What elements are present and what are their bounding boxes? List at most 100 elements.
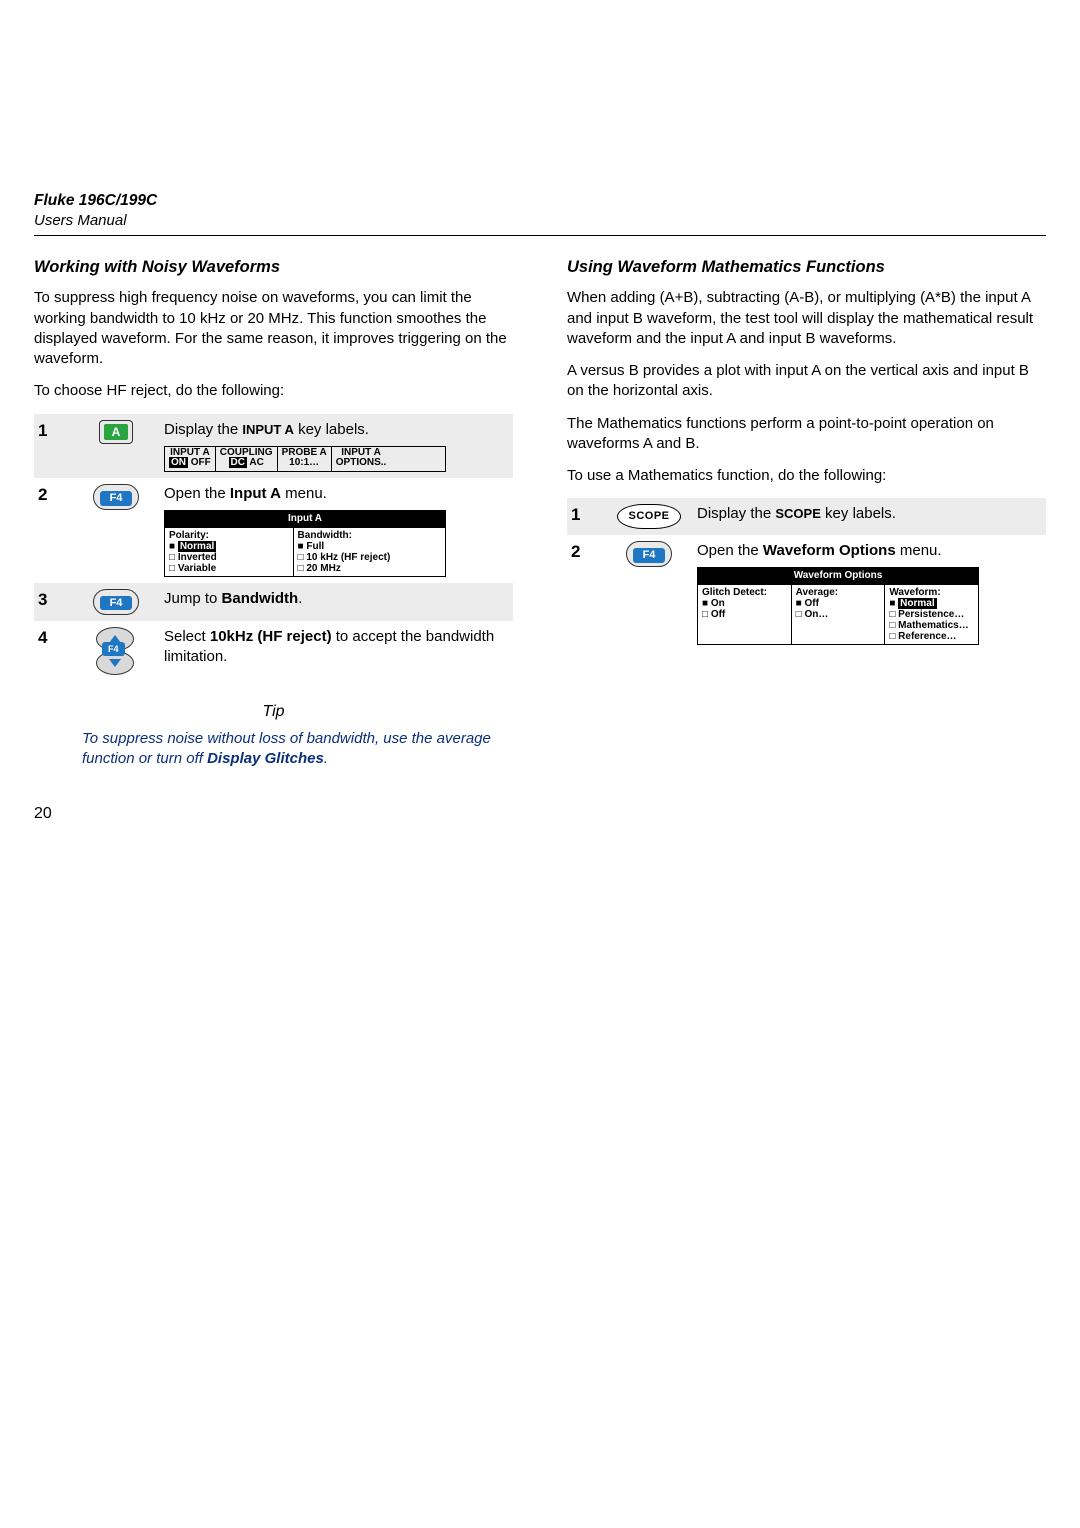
lcd-text: On [702,598,725,609]
lcd-panel-body: Glitch Detect: On Off Average: Off On… [698,585,978,644]
lcd-text: 20 MHz [298,563,341,574]
step-text-bold: Waveform Options [763,542,896,559]
header-model: Fluke 196C/199C [34,192,1046,210]
key-label: F4 [102,642,125,656]
table-row: 1 SCOPE Display the scope key labels. [567,498,1046,535]
lcd-text: Reference… [889,631,956,642]
lcd-col: Glitch Detect: On Off [698,585,792,644]
lcd-col: Polarity: ■ Normal Inverted Variable [165,528,294,576]
key-label: F4 [100,491,133,506]
step-text: key labels. [294,421,369,438]
left-steps-table: 1 A Display the input a key labels. INPU… [34,414,513,688]
lcd-waveform-options-panel: Waveform Options Glitch Detect: On Off A… [697,567,979,645]
lcd-panel-title: Waveform Options [698,568,978,585]
step-key-icon: SCOPE [605,498,693,535]
table-row: 2 F4 Open the Waveform Options menu. Wav… [567,535,1046,651]
lcd-input-a-panel: Input A Polarity: ■ Normal Inverted Vari… [164,510,446,577]
lcd-text: INPUT A [341,447,381,458]
step-text-sc: scope [775,506,821,521]
right-paragraph-1: When adding (A+B), subtracting (A-B), or… [567,288,1046,349]
softkey-cell: INPUT AON OFF [165,447,216,471]
lcd-col: Bandwidth: Full 10 kHz (HF reject) 20 MH… [294,528,445,576]
page-header: Fluke 196C/199C Users Manual [34,192,1046,229]
step-text-sc: input a [242,422,294,437]
right-paragraph-2: A versus B provides a plot with input A … [567,361,1046,402]
tip-label: Tip [34,701,513,723]
key-a-icon: A [99,420,134,444]
step-key-icon: F4 [72,621,160,687]
right-steps-table: 1 SCOPE Display the scope key labels. 2 … [567,498,1046,651]
step-text-bold: Input A [230,485,281,502]
step-text: key labels. [821,505,896,522]
header-manual: Users Manual [34,212,1046,229]
key-f4-icon: F4 [93,484,140,510]
step-number: 2 [34,478,72,583]
right-section-title: Using Waveform Mathematics Functions [567,256,1046,278]
step-description: Open the Input A menu. Input A Polarity:… [160,478,513,583]
softkey-cell: PROBE A10:1… [278,447,332,471]
lcd-panel-title: Input A [165,511,445,528]
step-text: Display the [164,421,242,438]
step-text: Select [164,628,210,645]
step-number: 2 [567,535,605,651]
left-column: Working with Noisy Waveforms To suppress… [34,254,513,825]
lcd-text: Waveform: [889,587,940,598]
lcd-text: Persistence… [889,609,964,620]
table-row: 3 F4 Jump to Bandwidth. [34,583,513,621]
softkey-cell: COUPLINGDC AC [216,447,278,471]
table-row: 2 F4 Open the Input A menu. Input A Pola… [34,478,513,583]
left-paragraph-1: To suppress high frequency noise on wave… [34,288,513,369]
key-f4-icon: F4 [93,589,140,615]
step-number: 3 [34,583,72,621]
key-label: F4 [633,548,666,563]
key-f4-icon: F4 [626,541,673,567]
lcd-text: On… [796,609,829,620]
left-paragraph-2: To choose HF reject, do the following: [34,381,513,401]
step-number: 1 [567,498,605,535]
lcd-text: Mathematics… [889,620,968,631]
page: Fluke 196C/199C Users Manual Working wit… [0,0,1080,865]
step-text: . [298,590,302,607]
arrow-keys-icon: F4 [94,627,138,675]
table-row: 4 F4 Select 10kHz (HF reject) to accept … [34,621,513,687]
step-key-icon: F4 [72,478,160,583]
lcd-text: Average: [796,587,838,598]
step-description: Display the scope key labels. [693,498,1046,535]
step-text: menu. [896,542,942,559]
key-scope-icon: SCOPE [617,504,680,529]
page-number: 20 [34,803,513,825]
step-description: Display the input a key labels. INPUT AO… [160,414,513,478]
lcd-text: COUPLING [220,447,273,458]
tip-body: To suppress noise without loss of bandwi… [82,729,491,770]
lcd-text: AC [247,457,264,468]
softkey-cell: INPUT AOPTIONS.. [332,447,391,471]
lcd-text: ON [169,457,188,468]
lcd-col: Waveform: ■ Normal Persistence… Mathemat… [885,585,978,644]
lcd-text: Normal [898,598,936,609]
right-paragraph-4: To use a Mathematics function, do the fo… [567,466,1046,486]
lcd-text: Polarity: [169,530,209,541]
step-text: Open the [697,542,763,559]
lcd-text: Normal [178,541,216,552]
lcd-text: OFF [188,457,211,468]
step-text-bold: 10kHz (HF reject) [210,628,332,645]
step-text: menu. [281,485,327,502]
key-label: A [104,424,129,440]
step-description: Select 10kHz (HF reject) to accept the b… [160,621,513,687]
right-column: Using Waveform Mathematics Functions Whe… [567,254,1046,825]
step-number: 4 [34,621,72,687]
step-key-icon: A [72,414,160,478]
step-number: 1 [34,414,72,478]
lcd-text: Inverted [169,552,217,563]
lcd-text: INPUT A [170,447,210,458]
lcd-panel-body: Polarity: ■ Normal Inverted Variable Ban… [165,528,445,576]
right-paragraph-3: The Mathematics functions perform a poin… [567,414,1046,455]
lcd-text: 10 kHz (HF reject) [298,552,391,563]
left-section-title: Working with Noisy Waveforms [34,256,513,278]
lcd-softkey-bar: INPUT AON OFF COUPLINGDC AC PROBE A10:1…… [164,446,446,472]
lcd-text: DC [229,457,247,468]
step-description: Jump to Bandwidth. [160,583,513,621]
table-row: 1 A Display the input a key labels. INPU… [34,414,513,478]
lcd-col: Average: Off On… [792,585,886,644]
lcd-text: PROBE A [282,447,327,458]
